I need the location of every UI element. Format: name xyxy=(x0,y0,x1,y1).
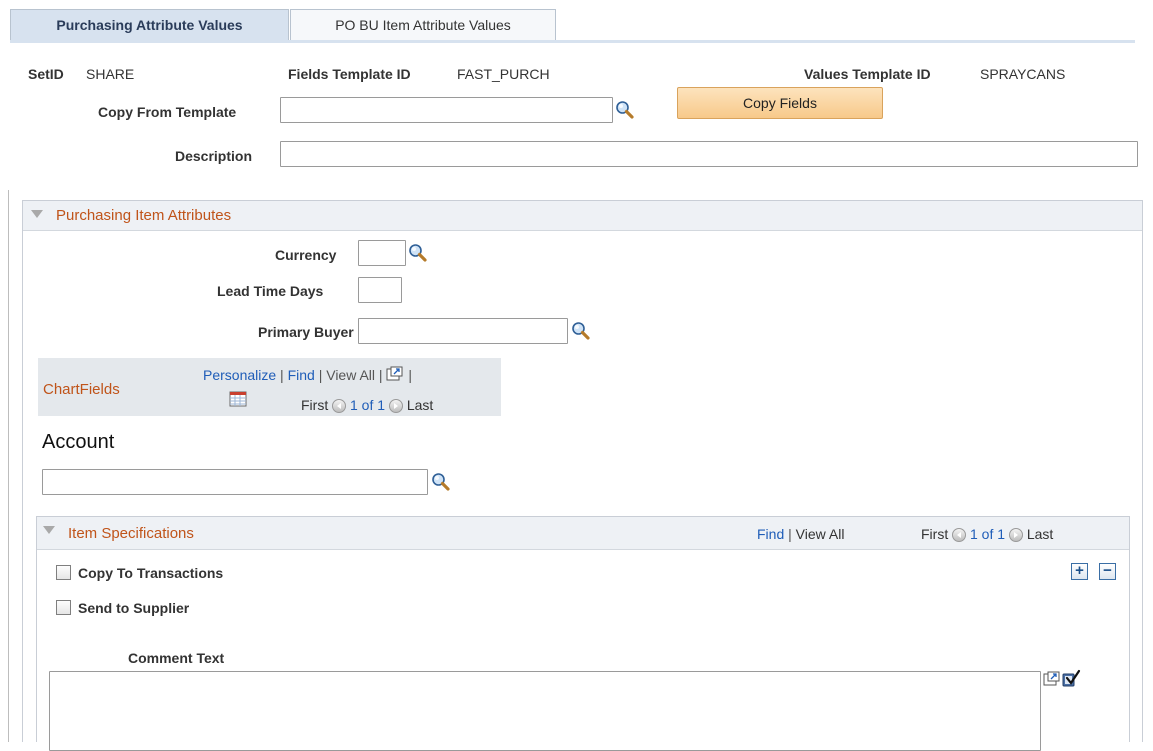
separator: | xyxy=(378,367,387,383)
separator: | xyxy=(788,526,796,542)
tab-po-bu-item-attribute-values[interactable]: PO BU Item Attribute Values xyxy=(290,9,556,40)
view-all-link[interactable]: View All xyxy=(326,367,375,383)
setid-label: SetID xyxy=(28,66,64,82)
previous-icon[interactable] xyxy=(332,399,347,414)
purchasing-item-attributes-title: Purchasing Item Attributes xyxy=(56,207,232,224)
comment-text-area[interactable] xyxy=(49,671,1041,751)
add-row-icon[interactable]: + xyxy=(1071,563,1088,580)
row-count: 1 of 1 xyxy=(350,397,386,413)
item-specifications-title: Item Specifications xyxy=(68,525,194,542)
copy-to-transactions-checkbox[interactable] xyxy=(56,565,71,580)
search-icon[interactable] xyxy=(408,243,428,263)
currency-label: Currency xyxy=(275,247,337,263)
primary-buyer-input[interactable] xyxy=(358,318,568,344)
chartfields-title: ChartFields xyxy=(43,381,120,398)
copy-from-template-input[interactable] xyxy=(280,97,613,123)
next-icon[interactable] xyxy=(1008,528,1023,543)
send-to-supplier-label: Send to Supplier xyxy=(78,600,190,616)
separator: | xyxy=(280,367,288,383)
delete-row-icon[interactable]: − xyxy=(1099,563,1116,580)
grid-icon[interactable] xyxy=(229,391,247,407)
account-input[interactable] xyxy=(42,469,428,495)
search-icon[interactable] xyxy=(431,472,451,492)
account-label: Account xyxy=(42,431,115,453)
description-input[interactable] xyxy=(280,141,1138,167)
new-window-icon[interactable] xyxy=(1043,671,1061,687)
description-label: Description xyxy=(175,148,253,164)
item-specs-pager: First 1 of 1 Last xyxy=(921,526,1054,543)
first-label: First xyxy=(921,526,949,542)
tab-underline xyxy=(10,40,1135,43)
find-link[interactable]: Find xyxy=(288,367,315,383)
currency-input[interactable] xyxy=(358,240,406,266)
tab-label: Purchasing Attribute Values xyxy=(56,17,243,33)
first-label: First xyxy=(301,397,329,413)
item-specs-nav: Find | View All xyxy=(757,526,844,542)
spell-check-icon[interactable] xyxy=(1061,668,1081,688)
previous-icon[interactable] xyxy=(952,528,967,543)
row-count: 1 of 1 xyxy=(970,526,1006,542)
copy-fields-button-label: Copy Fields xyxy=(743,95,817,111)
tab-label: PO BU Item Attribute Values xyxy=(335,17,511,33)
next-icon[interactable] xyxy=(388,399,403,414)
copy-fields-button[interactable]: Copy Fields xyxy=(677,87,883,119)
view-all-link[interactable]: View All xyxy=(796,526,845,542)
lead-time-days-label: Lead Time Days xyxy=(217,283,324,299)
collapse-triangle-icon[interactable] xyxy=(30,208,44,220)
lead-time-days-input[interactable] xyxy=(358,277,402,303)
tab-purchasing-attribute-values[interactable]: Purchasing Attribute Values xyxy=(10,9,289,40)
copy-to-transactions-label: Copy To Transactions xyxy=(78,565,224,581)
personalize-link[interactable]: Personalize xyxy=(203,367,276,383)
search-icon[interactable] xyxy=(615,100,635,120)
comment-text-label: Comment Text xyxy=(128,650,225,666)
last-label: Last xyxy=(1026,526,1054,542)
values-template-label: Values Template ID xyxy=(804,66,931,82)
send-to-supplier-checkbox[interactable] xyxy=(56,600,71,615)
chartfields-nav-row2: First 1 of 1 Last xyxy=(301,397,434,414)
setid-value: SHARE xyxy=(86,66,135,82)
values-template-value: SPRAYCANS xyxy=(980,66,1066,82)
copy-from-template-label: Copy From Template xyxy=(98,104,237,120)
page-left-border xyxy=(8,190,9,742)
chartfields-nav-row1: Personalize | Find | View All | | xyxy=(203,366,412,383)
search-icon[interactable] xyxy=(571,321,591,341)
separator: | xyxy=(408,367,412,383)
last-label: Last xyxy=(406,397,434,413)
fields-template-label: Fields Template ID xyxy=(288,66,411,82)
fields-template-value: FAST_PURCH xyxy=(457,66,550,82)
primary-buyer-label: Primary Buyer xyxy=(258,324,354,340)
collapse-triangle-icon[interactable] xyxy=(42,524,56,536)
find-link[interactable]: Find xyxy=(757,526,784,542)
new-window-icon[interactable] xyxy=(386,366,404,382)
